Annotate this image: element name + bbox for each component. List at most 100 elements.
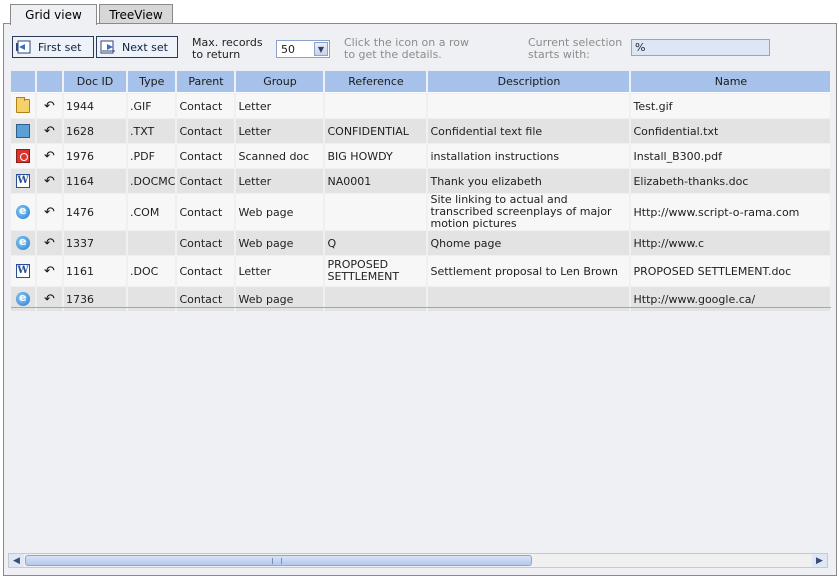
word-icon[interactable]: W bbox=[16, 264, 30, 278]
table-row[interactable]: ↶ 1976 .PDF Contact Scanned doc BIG HOWD… bbox=[11, 144, 831, 168]
cell-description: Settlement proposal to Len Brown bbox=[428, 256, 630, 286]
cell-reference bbox=[325, 194, 427, 230]
undo-icon[interactable]: ↶ bbox=[44, 264, 55, 279]
word-icon[interactable]: W bbox=[16, 174, 30, 188]
chevron-down-icon[interactable]: ▼ bbox=[314, 42, 328, 56]
table-row[interactable]: ↶ 1628 .TXT Contact Letter CONFIDENTIAL … bbox=[11, 119, 831, 143]
table-row[interactable]: ↶ 1476 .COM Contact Web page Site linkin… bbox=[11, 194, 831, 230]
grid-bottom-divider bbox=[11, 307, 831, 308]
max-records-label-line2: to return bbox=[192, 48, 241, 61]
cell-reference: Q bbox=[325, 231, 427, 255]
ie-icon[interactable] bbox=[16, 204, 30, 219]
cell-parent: Contact bbox=[177, 169, 235, 193]
max-records-value: 50 bbox=[281, 42, 295, 56]
documents-grid: Doc ID Type Parent Group Reference Descr… bbox=[9, 70, 834, 312]
cell-description: Confidential text file bbox=[428, 119, 630, 143]
tab-grid-view[interactable]: Grid view bbox=[10, 4, 97, 25]
horizontal-scrollbar[interactable]: ◀ ▶ bbox=[8, 553, 828, 568]
cell-group: Scanned doc bbox=[236, 144, 324, 168]
cell-docid: 1161 bbox=[64, 256, 126, 286]
table-row[interactable]: ↶ 1944 .GIF Contact Letter Test.gif bbox=[11, 94, 831, 118]
undo-icon[interactable]: ↶ bbox=[44, 149, 55, 164]
col-header-description[interactable]: Description bbox=[428, 71, 630, 93]
selection-filter-input[interactable]: % bbox=[631, 39, 770, 56]
col-header-name[interactable]: Name bbox=[631, 71, 831, 93]
cell-docid: 1944 bbox=[64, 94, 126, 118]
cell-reference: PROPOSED SETTLEMENT bbox=[325, 256, 427, 286]
cell-docid: 1164 bbox=[64, 169, 126, 193]
cell-description: Thank you elizabeth bbox=[428, 169, 630, 193]
col-header-docid[interactable]: Doc ID bbox=[64, 71, 126, 93]
cell-type: .PDF bbox=[128, 144, 176, 168]
cell-type: .COM bbox=[128, 194, 176, 230]
hint-line2: to get the details. bbox=[344, 48, 442, 61]
hint-line1: Click the icon on a row bbox=[344, 36, 470, 49]
cell-name: Install_B300.pdf bbox=[631, 144, 831, 168]
pdf-icon[interactable] bbox=[16, 149, 30, 163]
undo-icon[interactable]: ↶ bbox=[44, 174, 55, 189]
cell-docid: 1337 bbox=[64, 231, 126, 255]
max-records-label-line1: Max. records bbox=[192, 36, 263, 49]
cell-reference: CONFIDENTIAL bbox=[325, 119, 427, 143]
undo-icon[interactable]: ↶ bbox=[44, 292, 55, 307]
cell-description: installation instructions bbox=[428, 144, 630, 168]
scrollbar-thumb[interactable] bbox=[25, 555, 532, 566]
tab-treeview[interactable]: TreeView bbox=[99, 4, 173, 24]
selection-label-line1: Current selection bbox=[528, 36, 623, 49]
col-header-group[interactable]: Group bbox=[236, 71, 324, 93]
cell-description: Qhome page bbox=[428, 231, 630, 255]
grid-header-row: Doc ID Type Parent Group Reference Descr… bbox=[11, 71, 831, 93]
next-set-button[interactable]: Next set bbox=[96, 36, 178, 58]
grip-icon bbox=[272, 558, 282, 564]
cell-parent: Contact bbox=[177, 194, 235, 230]
undo-icon[interactable]: ↶ bbox=[44, 236, 55, 251]
undo-icon[interactable]: ↶ bbox=[44, 99, 55, 114]
scroll-left-icon[interactable]: ◀ bbox=[9, 554, 24, 567]
tab-bar: Grid view TreeView bbox=[0, 0, 839, 25]
first-set-label: First set bbox=[38, 40, 82, 54]
table-row[interactable]: W ↶ 1161 .DOC Contact Letter PROPOSED SE… bbox=[11, 256, 831, 286]
cell-name: Test.gif bbox=[631, 94, 831, 118]
cell-name: Confidential.txt bbox=[631, 119, 831, 143]
cell-reference: NA0001 bbox=[325, 169, 427, 193]
cell-group: Web page bbox=[236, 231, 324, 255]
cell-parent: Contact bbox=[177, 144, 235, 168]
cell-docid: 1628 bbox=[64, 119, 126, 143]
cell-type bbox=[128, 231, 176, 255]
cell-group: Web page bbox=[236, 194, 324, 230]
grid-view-panel: First set Next set Max. records to retur… bbox=[3, 23, 837, 576]
scroll-right-icon[interactable]: ▶ bbox=[812, 554, 827, 567]
cell-name: Elizabeth-thanks.doc bbox=[631, 169, 831, 193]
cell-type: .GIF bbox=[128, 94, 176, 118]
cell-description bbox=[428, 94, 630, 118]
cell-docid: 1476 bbox=[64, 194, 126, 230]
cell-reference bbox=[325, 94, 427, 118]
max-records-select[interactable]: 50 ▼ bbox=[276, 40, 330, 58]
cell-reference: BIG HOWDY bbox=[325, 144, 427, 168]
cell-description: Site linking to actual and transcribed s… bbox=[428, 194, 630, 230]
cell-type: .DOCMC bbox=[128, 169, 176, 193]
selection-label-line2: starts with: bbox=[528, 48, 590, 61]
text-file-icon[interactable] bbox=[16, 124, 30, 138]
folder-icon[interactable] bbox=[16, 97, 30, 113]
cell-group: Letter bbox=[236, 256, 324, 286]
col-header-parent[interactable]: Parent bbox=[177, 71, 235, 93]
ie-icon[interactable] bbox=[16, 235, 30, 250]
cell-type: .TXT bbox=[128, 119, 176, 143]
col-header-icon bbox=[11, 71, 35, 93]
next-set-icon bbox=[99, 39, 117, 55]
col-header-reference[interactable]: Reference bbox=[325, 71, 427, 93]
undo-icon[interactable]: ↶ bbox=[44, 205, 55, 220]
cell-type: .DOC bbox=[128, 256, 176, 286]
col-header-type[interactable]: Type bbox=[128, 71, 176, 93]
cell-parent: Contact bbox=[177, 94, 235, 118]
cell-group: Letter bbox=[236, 119, 324, 143]
undo-icon[interactable]: ↶ bbox=[44, 124, 55, 139]
ie-icon[interactable] bbox=[16, 291, 30, 306]
table-row[interactable]: W ↶ 1164 .DOCMC Contact Letter NA0001 Th… bbox=[11, 169, 831, 193]
cell-group: Letter bbox=[236, 94, 324, 118]
first-set-button[interactable]: First set bbox=[12, 36, 94, 58]
cell-name: PROPOSED SETTLEMENT.doc bbox=[631, 256, 831, 286]
table-row[interactable]: ↶ 1337 Contact Web page Q Qhome page Htt… bbox=[11, 231, 831, 255]
first-set-icon bbox=[15, 39, 33, 55]
